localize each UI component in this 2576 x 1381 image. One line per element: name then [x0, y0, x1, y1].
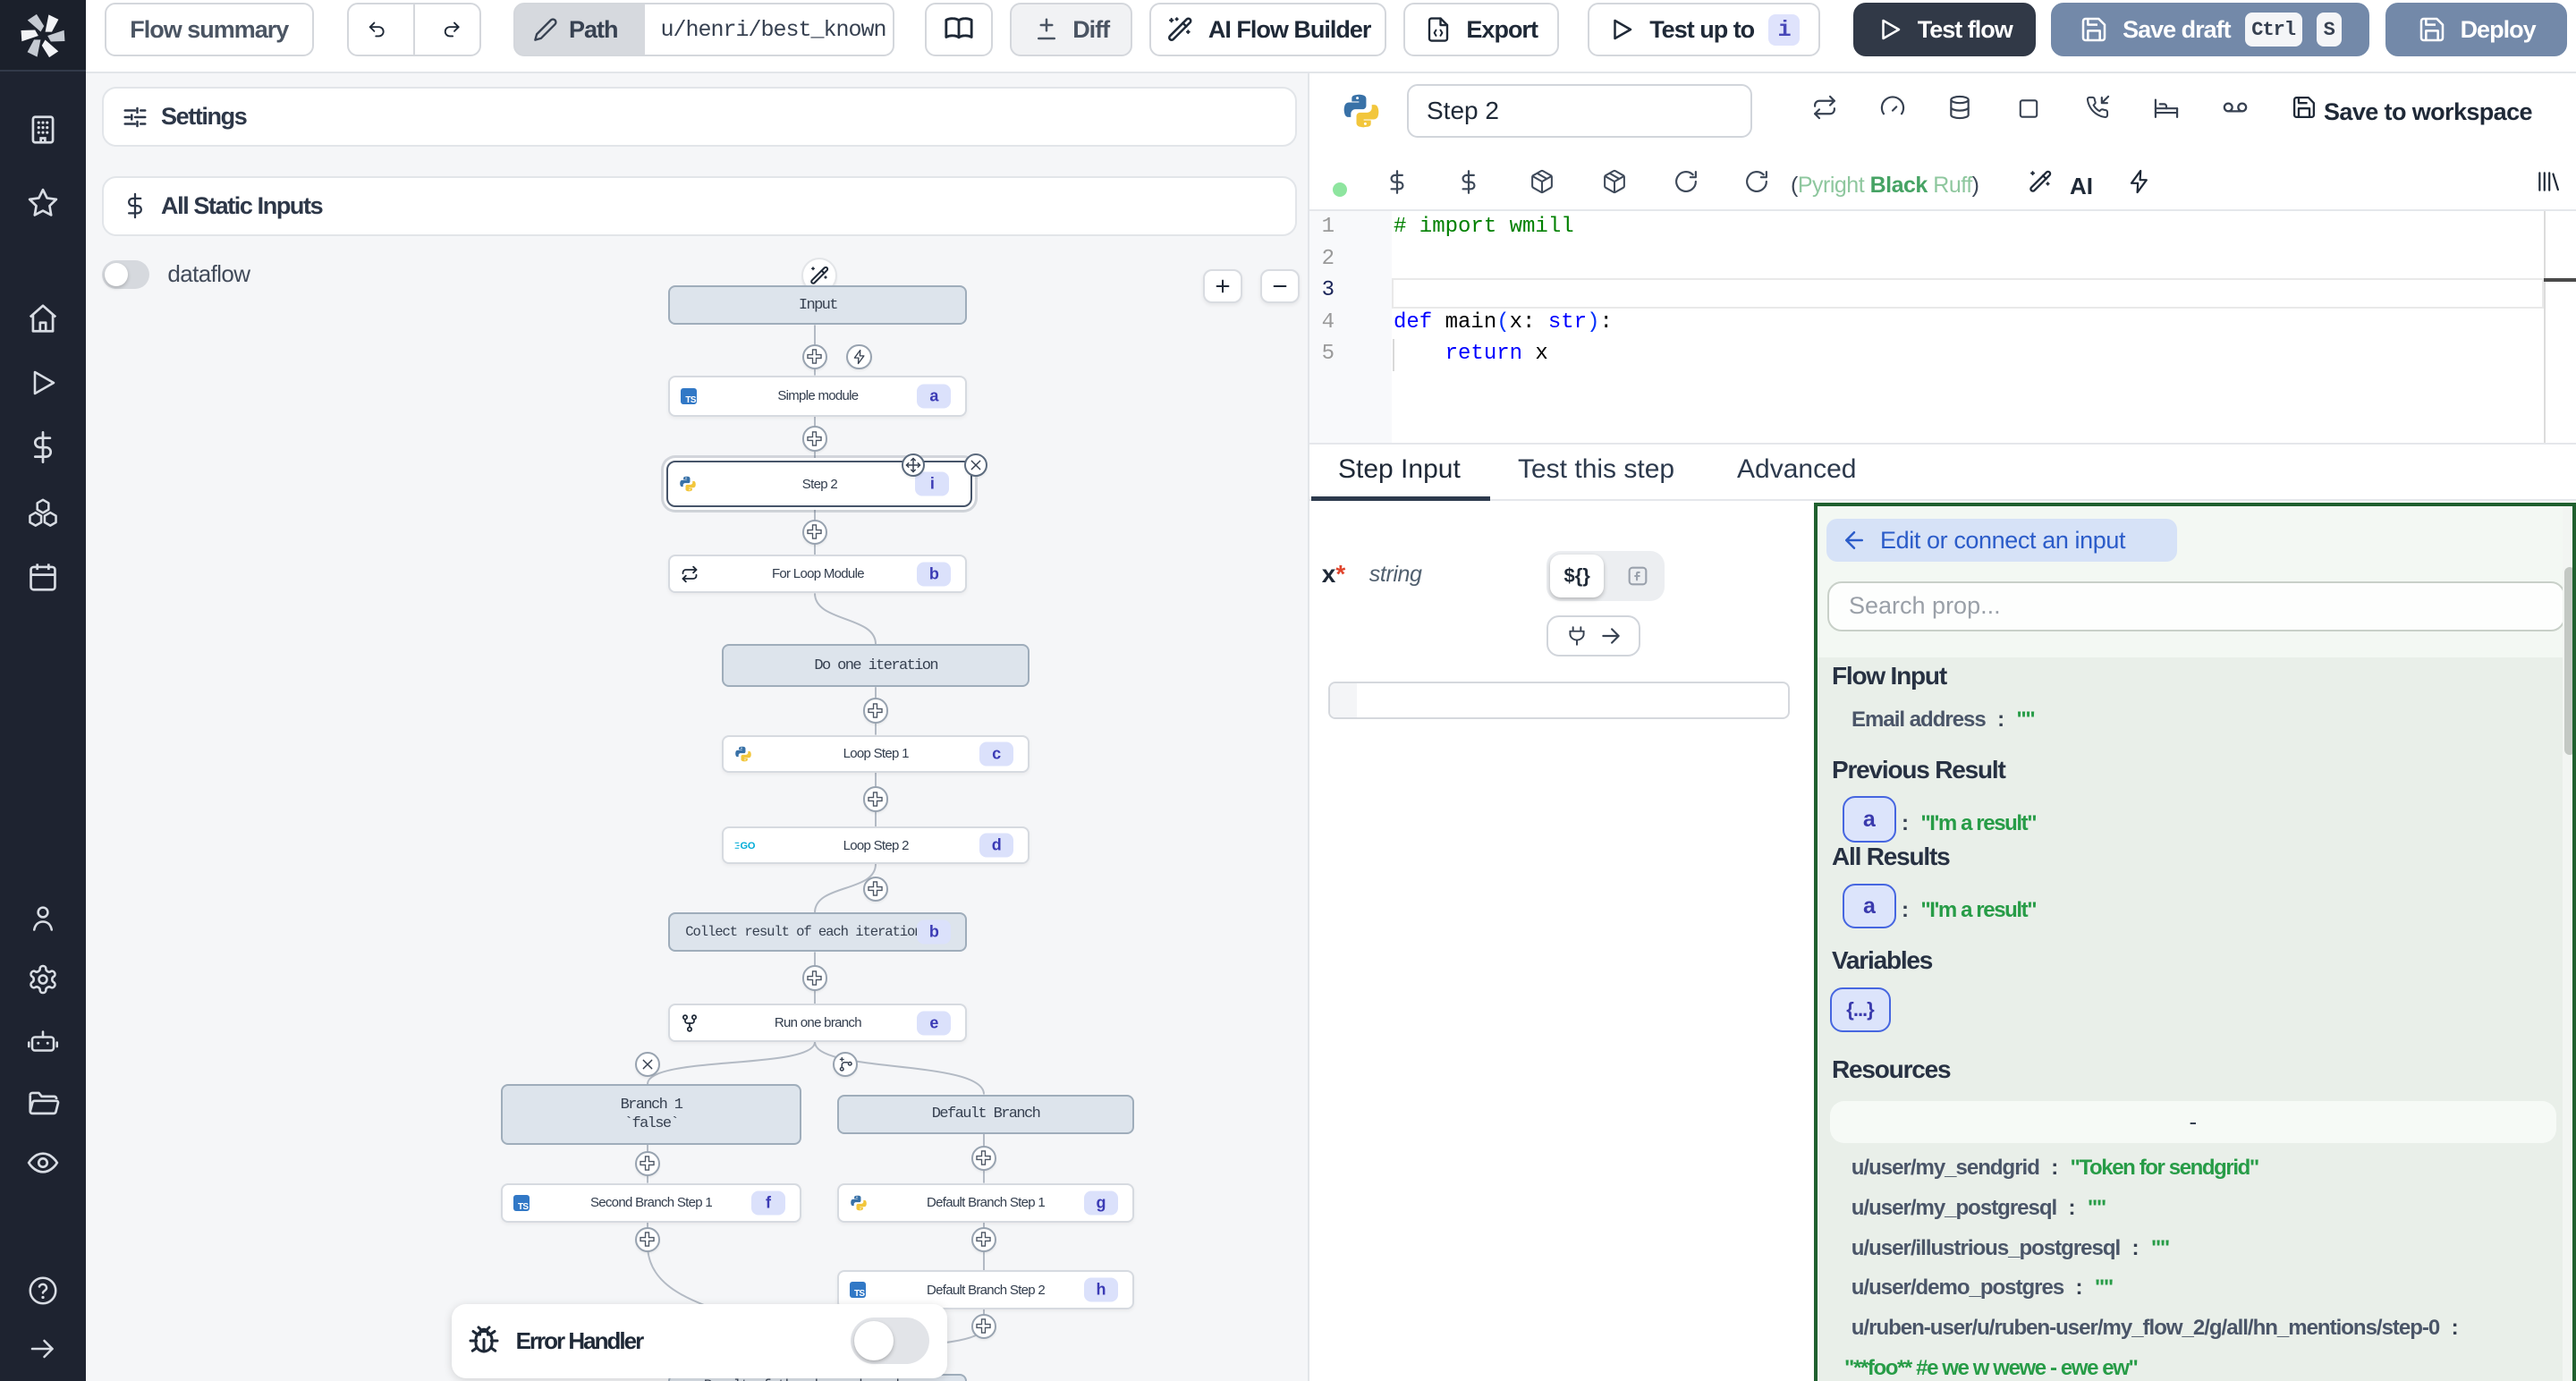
svg-text:GO: GO [741, 841, 756, 851]
